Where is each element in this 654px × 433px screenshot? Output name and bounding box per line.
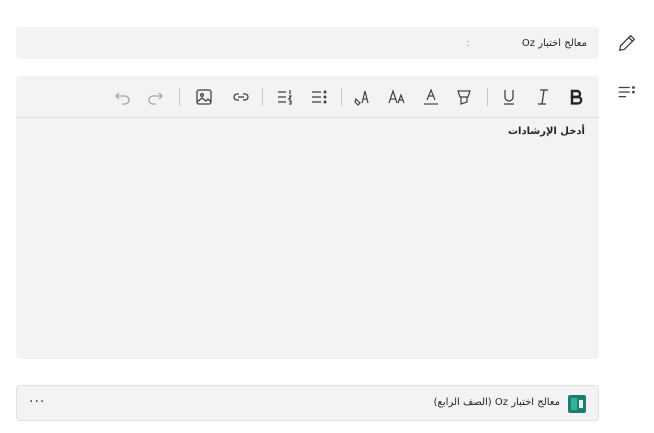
underline-icon[interactable] (497, 85, 521, 109)
undo-icon[interactable] (111, 85, 135, 109)
attachment-card[interactable]: معالج اختبار Oz (الصف الرابع) ··· (16, 385, 599, 421)
editor-toolbar (16, 76, 599, 118)
instructions-editor[interactable]: أدخل الإرشادات (16, 76, 599, 359)
instructions-icon (615, 81, 639, 105)
more-options-icon[interactable]: ··· (29, 394, 45, 410)
toolbar-divider (179, 88, 180, 106)
bold-icon[interactable] (564, 85, 588, 109)
title-separator: : (466, 37, 470, 49)
link-icon[interactable] (229, 85, 253, 109)
italic-icon[interactable] (531, 85, 555, 109)
title-value: معالج اختبار Oz (521, 37, 587, 49)
app-tile-icon (568, 395, 586, 413)
pencil-icon (615, 31, 639, 55)
clear-format-icon[interactable] (351, 85, 375, 109)
image-icon[interactable] (192, 85, 216, 109)
assignment-editor: معالج اختبار Oz : أدخل الإرشادات معالج ا… (0, 0, 654, 433)
toolbar-divider (262, 88, 263, 106)
attachment-title: معالج اختبار Oz (الصف الرابع) (433, 397, 560, 408)
font-color-icon[interactable] (419, 85, 443, 109)
title-field[interactable]: معالج اختبار Oz : (16, 27, 599, 59)
font-size-icon[interactable] (385, 85, 409, 109)
highlight-icon[interactable] (452, 85, 476, 109)
toolbar-divider (341, 88, 342, 106)
bullet-list-icon[interactable] (307, 85, 331, 109)
numbered-list-icon[interactable] (273, 85, 297, 109)
redo-icon[interactable] (143, 85, 167, 109)
toolbar-divider (487, 88, 488, 106)
instructions-placeholder: أدخل الإرشادات (507, 126, 585, 137)
